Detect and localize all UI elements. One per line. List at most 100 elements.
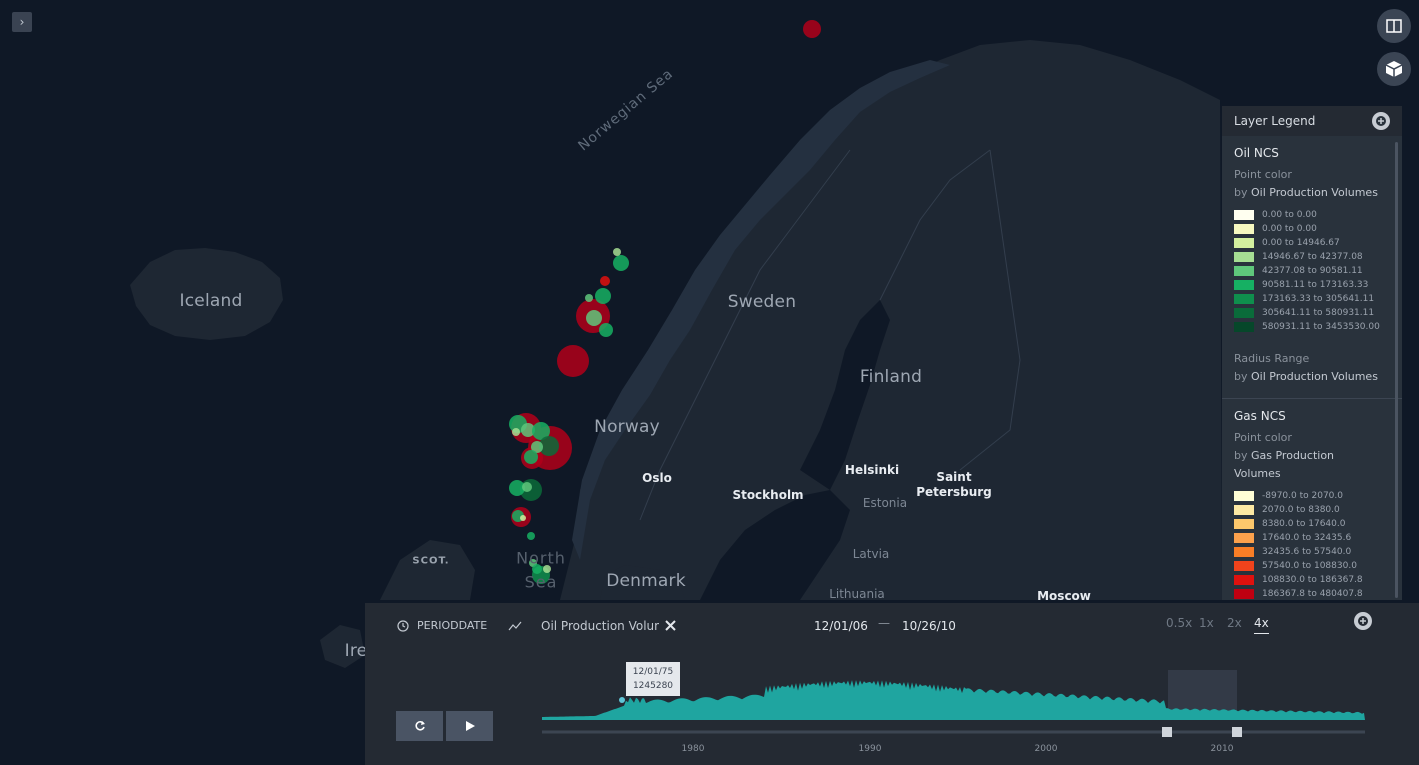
legend-entry-label: 186367.8 to 480407.8 xyxy=(1262,589,1363,599)
legend-collapse-button[interactable] xyxy=(1372,112,1390,130)
color-swatch xyxy=(1234,252,1254,262)
map-point[interactable] xyxy=(803,20,821,38)
map-point[interactable] xyxy=(613,248,621,256)
label-moscow: Moscow xyxy=(1037,589,1091,603)
3d-view-button[interactable] xyxy=(1377,52,1411,86)
map-point[interactable] xyxy=(522,482,532,492)
legend-entry: 2070.0 to 8380.0 xyxy=(1234,503,1390,517)
split-view-icon xyxy=(1386,19,1402,33)
layer-legend-panel: Layer Legend Oil NCS Point color by Oil … xyxy=(1222,106,1402,600)
hover-tooltip: 12/01/75 1245280 xyxy=(626,662,680,696)
legend-entry: 42377.08 to 90581.11 xyxy=(1234,264,1390,278)
sidebar-toggle-button[interactable]: › xyxy=(12,12,32,32)
legend-entry: 580931.11 to 3453530.00 xyxy=(1234,320,1390,334)
map-point[interactable] xyxy=(527,532,535,540)
map-point[interactable] xyxy=(599,323,613,337)
label-lithuania: Lithuania xyxy=(829,587,885,601)
hover-point xyxy=(619,697,625,703)
color-by-label: by Oil Production Volumes xyxy=(1234,186,1378,199)
legend-entry-label: -8970.0 to 2070.0 xyxy=(1262,491,1343,501)
legend-entry: 17640.0 to 32435.6 xyxy=(1234,531,1390,545)
tooltip-value: 1245280 xyxy=(632,681,674,691)
timeline-histogram[interactable]: 1980 1990 2000 2010 xyxy=(365,603,1419,765)
3d-cube-icon xyxy=(1385,61,1403,77)
label-stockholm: Stockholm xyxy=(732,488,804,502)
color-swatch xyxy=(1234,266,1254,276)
legend-layer-oil: Oil NCS Point color by Oil Production Vo… xyxy=(1222,136,1402,399)
color-swatch xyxy=(1234,210,1254,220)
legend-entry: -8970.0 to 2070.0 xyxy=(1234,489,1390,503)
map-point[interactable] xyxy=(524,450,538,464)
legend-scrollbar[interactable] xyxy=(1395,142,1398,598)
gas-color-scale: -8970.0 to 2070.0 2070.0 to 8380.0 8380.0 … xyxy=(1234,489,1390,600)
legend-entry-label: 0.00 to 0.00 xyxy=(1262,210,1317,220)
label-oslo: Oslo xyxy=(642,471,672,485)
x-tick-label: 2010 xyxy=(1211,744,1234,754)
legend-entry-label: 0.00 to 0.00 xyxy=(1262,224,1317,234)
color-swatch xyxy=(1234,294,1254,304)
label-petersburg: Petersburg xyxy=(916,485,992,499)
color-swatch xyxy=(1234,491,1254,501)
point-color-label: Point color xyxy=(1234,431,1292,444)
label-norway: Norway xyxy=(594,417,660,437)
legend-entry: 90581.11 to 173163.33 xyxy=(1234,278,1390,292)
label-scotland: SCOT. xyxy=(412,555,450,567)
label-sea: Sea xyxy=(524,572,558,592)
legend-entry-label: 42377.08 to 90581.11 xyxy=(1262,266,1363,276)
legend-entry-label: 0.00 to 14946.67 xyxy=(1262,238,1340,248)
tooltip-date: 12/01/75 xyxy=(632,667,674,677)
legend-entry-label: 32435.6 to 57540.0 xyxy=(1262,547,1352,557)
label-finland: Finland xyxy=(859,367,923,387)
legend-entry-label: 2070.0 to 8380.0 xyxy=(1262,505,1340,515)
color-swatch xyxy=(1234,561,1254,571)
map-point[interactable] xyxy=(512,428,520,436)
legend-entry: 32435.6 to 57540.0 xyxy=(1234,545,1390,559)
map-point[interactable] xyxy=(557,345,589,377)
range-end-handle[interactable] xyxy=(1232,727,1242,737)
legend-entry: 108830.0 to 186367.8 xyxy=(1234,573,1390,587)
color-swatch xyxy=(1234,533,1254,543)
x-tick-label: 2000 xyxy=(1035,744,1058,754)
label-latvia: Latvia xyxy=(852,547,890,561)
map-point[interactable] xyxy=(613,255,629,271)
range-start-handle[interactable] xyxy=(1162,727,1172,737)
legend-title: Layer Legend xyxy=(1234,114,1316,128)
map-point[interactable] xyxy=(600,276,610,286)
legend-entry: 0.00 to 0.00 xyxy=(1234,208,1390,222)
legend-entry-label: 173163.33 to 305641.11 xyxy=(1262,294,1375,304)
legend-entry-label: 90581.11 to 173163.33 xyxy=(1262,280,1369,290)
oil-color-scale: 0.00 to 0.00 0.00 to 0.00 0.00 to 14946.67… xyxy=(1234,208,1390,334)
label-north: North xyxy=(516,548,566,568)
label-sweden: Sweden xyxy=(727,292,797,312)
legend-entry: 173163.33 to 305641.11 xyxy=(1234,292,1390,306)
color-swatch xyxy=(1234,547,1254,557)
split-view-button[interactable] xyxy=(1377,9,1411,43)
legend-layer-gas: Gas NCS Point color by Gas Production Vo… xyxy=(1222,399,1402,600)
radius-range-label: Radius Range xyxy=(1234,352,1310,365)
map-point[interactable] xyxy=(520,515,526,521)
legend-entry-label: 108830.0 to 186367.8 xyxy=(1262,575,1363,585)
legend-entry-label: 14946.67 to 42377.08 xyxy=(1262,252,1363,262)
color-swatch xyxy=(1234,575,1254,585)
color-swatch xyxy=(1234,224,1254,234)
label-denmark: Denmark xyxy=(606,571,686,591)
map-point[interactable] xyxy=(595,288,611,304)
legend-entry-label: 17640.0 to 32435.6 xyxy=(1262,533,1352,543)
legend-entry: 186367.8 to 480407.8 xyxy=(1234,587,1390,600)
color-swatch xyxy=(1234,280,1254,290)
legend-entry-label: 305641.11 to 580931.11 xyxy=(1262,308,1375,318)
color-swatch xyxy=(1234,308,1254,318)
map-point[interactable] xyxy=(585,294,593,302)
point-color-label: Point color xyxy=(1234,168,1292,181)
color-swatch xyxy=(1234,322,1254,332)
legend-entry: 0.00 to 14946.67 xyxy=(1234,236,1390,250)
legend-entry: 14946.67 to 42377.08 xyxy=(1234,250,1390,264)
map-point[interactable] xyxy=(586,310,602,326)
legend-entry: 8380.0 to 17640.0 xyxy=(1234,517,1390,531)
radius-by-label: by Oil Production Volumes xyxy=(1234,370,1378,383)
color-swatch xyxy=(1234,505,1254,515)
label-helsinki: Helsinki xyxy=(844,463,900,477)
time-playback-panel: PERIODDATE Oil Production Volume 12/01/0… xyxy=(365,603,1419,765)
x-tick-label: 1990 xyxy=(859,744,882,754)
color-swatch xyxy=(1234,519,1254,529)
